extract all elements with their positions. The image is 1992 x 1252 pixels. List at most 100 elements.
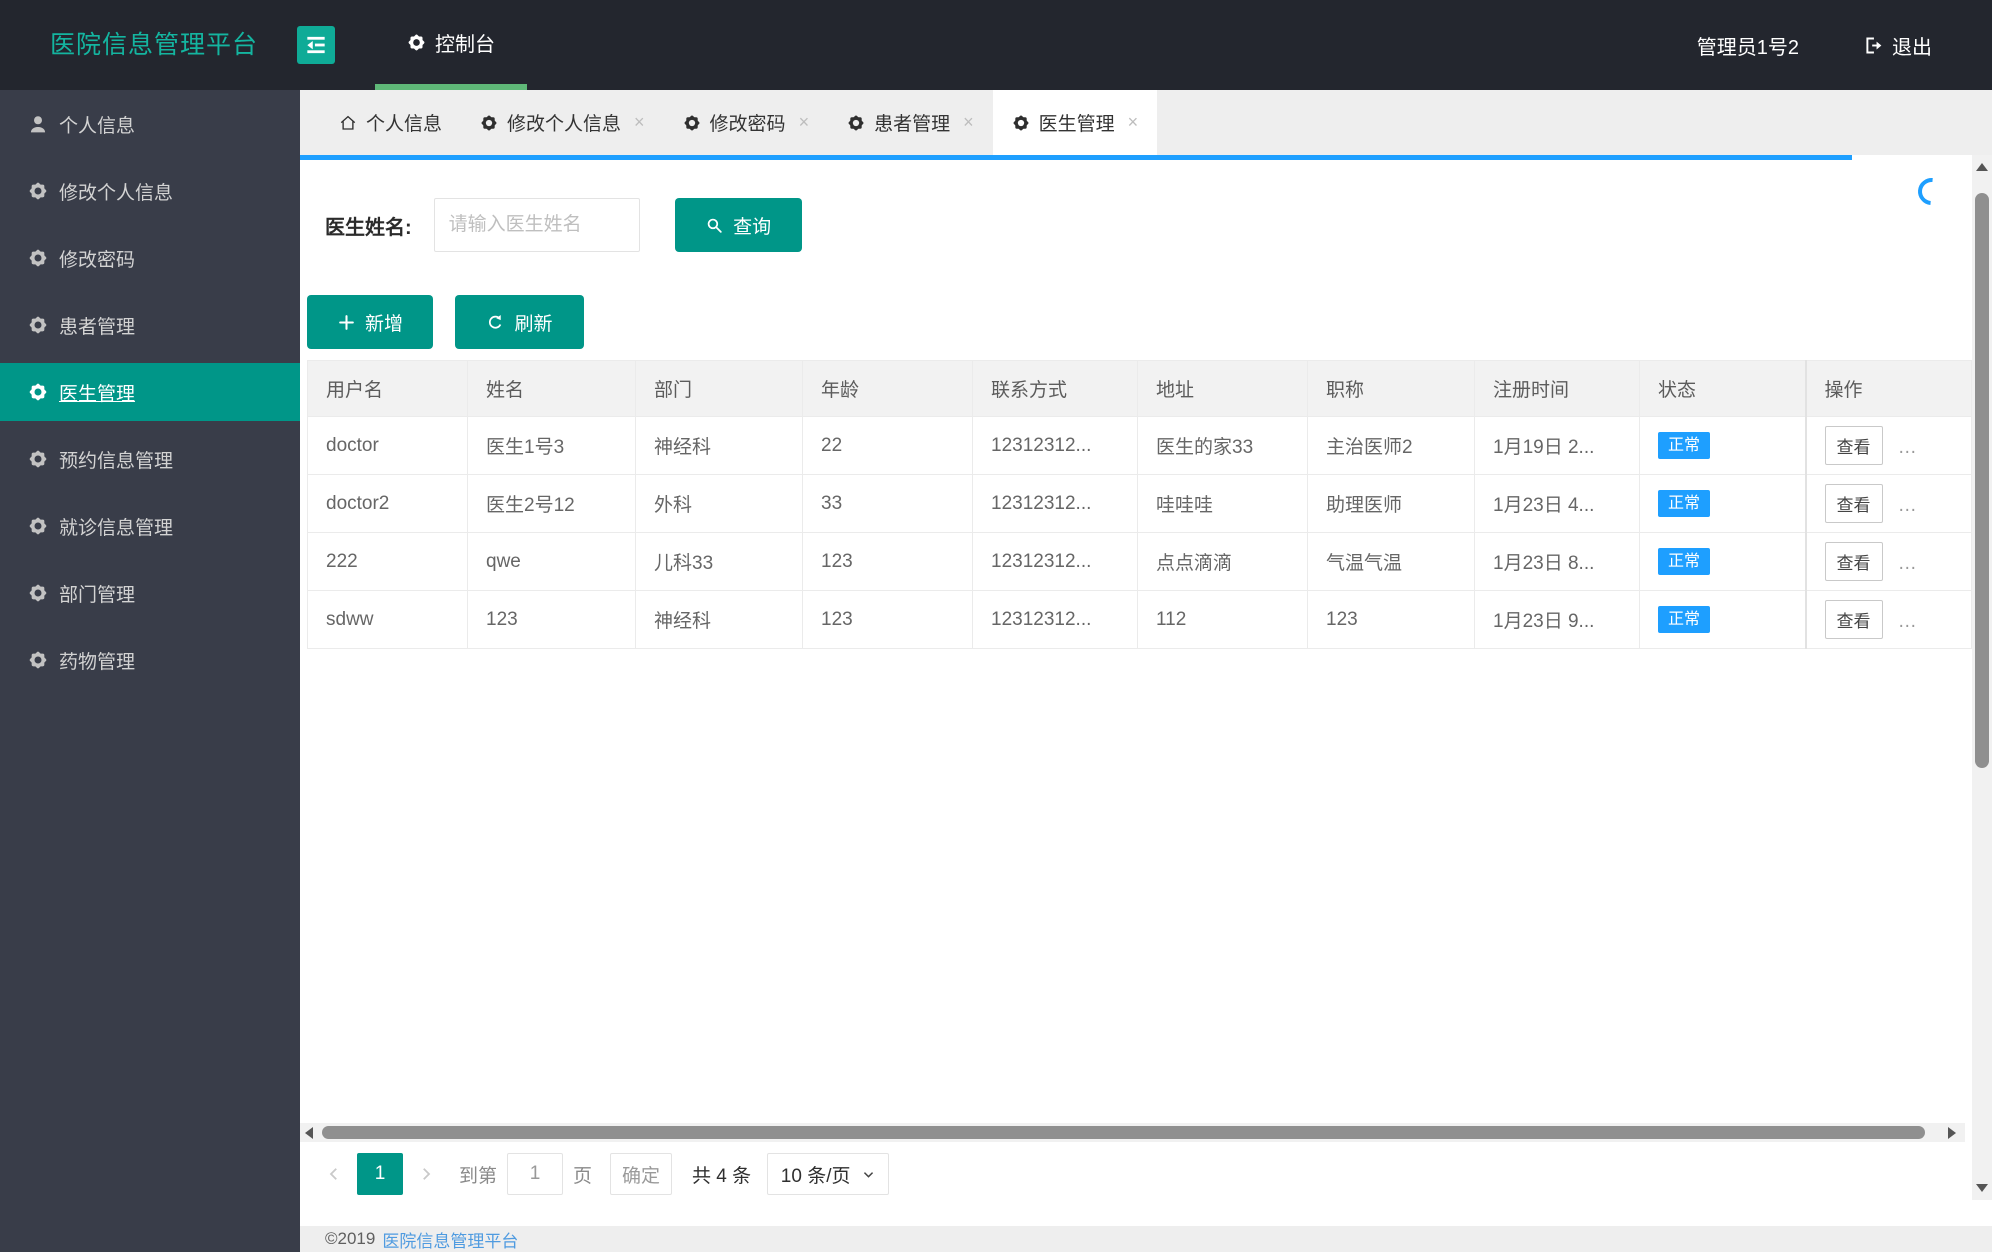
logout-icon (1863, 35, 1884, 56)
sidebar-item-patient-management[interactable]: 患者管理 (0, 296, 300, 354)
sidebar-item-label: 修改个人信息 (59, 182, 174, 204)
table-row: doctor 医生1号3 神经科 22 12312312... 医生的家33 主… (307, 416, 1972, 475)
gear-icon (480, 114, 498, 132)
cell-registered: 1月23日 9... (1474, 590, 1640, 649)
sidebar-item-visit-info-management[interactable]: 就诊信息管理 (0, 497, 300, 555)
tab-edit-personal-info[interactable]: 修改个人信息 × (461, 90, 664, 155)
page-size-select[interactable]: 10 条/页 (767, 1153, 890, 1195)
gear-icon (847, 114, 865, 132)
current-user[interactable]: 管理员1号2 (1697, 31, 1799, 60)
table-header-row: 用户名 姓名 部门 年龄 联系方式 地址 职称 注册时间 状态 操作 (307, 360, 1972, 417)
tab-change-password[interactable]: 修改密码 × (664, 90, 829, 155)
close-icon[interactable]: × (634, 112, 645, 133)
add-button-label: 新增 (364, 313, 403, 335)
more-actions-icon[interactable]: … (1898, 553, 1917, 574)
sidebar-item-label: 个人信息 (59, 115, 136, 137)
cell-department: 神经科 (635, 416, 803, 475)
cell-username: doctor (307, 416, 468, 475)
logout-button[interactable]: 退出 (1863, 31, 1932, 60)
horizontal-scrollbar-thumb[interactable] (322, 1126, 1925, 1139)
scroll-up-arrow-icon[interactable] (1976, 163, 1988, 171)
cell-age: 123 (802, 532, 973, 591)
cell-address: 医生的家33 (1137, 416, 1308, 475)
close-icon[interactable]: × (963, 112, 974, 133)
scroll-left-arrow-icon[interactable] (305, 1127, 313, 1139)
home-icon (339, 114, 357, 132)
caret-down-icon (861, 1167, 876, 1182)
tab-patient-management[interactable]: 患者管理 × (828, 90, 993, 155)
doctor-name-input[interactable] (433, 198, 640, 252)
cell-contact: 12312312... (972, 590, 1138, 649)
cell-department: 外科 (635, 474, 803, 533)
tab-personal-info[interactable]: 个人信息 (320, 90, 461, 155)
goto-page-prefix: 到第 (459, 1165, 498, 1187)
sidebar-item-change-password[interactable]: 修改密码 (0, 229, 300, 287)
sidebar-item-medicine-management[interactable]: 药物管理 (0, 631, 300, 689)
search-field-label: 医生姓名: (325, 216, 412, 239)
sidebar-item-appointment-info-management[interactable]: 预约信息管理 (0, 430, 300, 488)
sidebar-item-label: 修改密码 (59, 249, 136, 271)
app-logo: 医院信息管理平台 (50, 31, 259, 59)
table-toolbar: 新增 刷新 (307, 295, 584, 349)
sidebar-item-doctor-management[interactable]: 医生管理 (0, 363, 300, 421)
more-actions-icon[interactable]: … (1898, 611, 1917, 632)
view-button[interactable]: 查看 (1824, 542, 1883, 581)
user-icon (28, 114, 48, 134)
view-button[interactable]: 查看 (1824, 600, 1883, 639)
sidebar-item-edit-personal-info[interactable]: 修改个人信息 (0, 162, 300, 220)
nav-console-label: 控制台 (435, 33, 495, 56)
tab-doctor-management[interactable]: 医生管理 × (992, 90, 1158, 155)
current-page-button[interactable]: 1 (357, 1153, 403, 1195)
column-header-address: 地址 (1137, 360, 1308, 417)
cell-address: 哇哇哇 (1137, 474, 1308, 533)
cell-address: 112 (1137, 590, 1308, 649)
sidebar-item-label: 预约信息管理 (59, 450, 174, 472)
gear-icon (683, 114, 701, 132)
sidebar-item-department-management[interactable]: 部门管理 (0, 564, 300, 622)
doctor-table: 用户名 姓名 部门 年龄 联系方式 地址 职称 注册时间 状态 操作 docto… (307, 360, 1972, 649)
collapse-menu-icon (303, 32, 329, 58)
sidebar-item-personal-info[interactable]: 个人信息 (0, 95, 300, 153)
cell-name: qwe (467, 532, 636, 591)
horizontal-scrollbar[interactable] (300, 1123, 1965, 1142)
cell-registered: 1月23日 4... (1474, 474, 1640, 533)
sidebar-item-label: 患者管理 (59, 316, 136, 338)
scroll-right-arrow-icon[interactable] (1948, 1127, 1956, 1139)
footer-brand-link[interactable]: 医院信息管理平台 (382, 1227, 518, 1252)
loading-spinner-icon (1912, 172, 1951, 211)
tab-label: 修改密码 (709, 114, 786, 135)
goto-page-suffix: 页 (573, 1165, 593, 1187)
vertical-scrollbar-thumb[interactable] (1975, 193, 1989, 768)
chevron-right-icon (417, 1165, 435, 1183)
sidebar-item-label: 部门管理 (59, 584, 136, 606)
cell-registered: 1月19日 2... (1474, 416, 1640, 475)
query-button[interactable]: 查询 (674, 198, 802, 252)
more-actions-icon[interactable]: … (1898, 495, 1917, 516)
close-icon[interactable]: × (799, 112, 810, 133)
goto-page-input[interactable] (507, 1153, 564, 1195)
scroll-down-arrow-icon[interactable] (1976, 1184, 1988, 1192)
cell-username: sdww (307, 590, 468, 649)
logout-label: 退出 (1892, 36, 1932, 59)
view-button[interactable]: 查看 (1824, 484, 1883, 523)
vertical-scrollbar[interactable] (1972, 155, 1992, 1200)
next-page-button[interactable] (417, 1165, 435, 1183)
more-actions-icon[interactable]: … (1898, 437, 1917, 458)
gear-icon (28, 382, 48, 402)
goto-confirm-button[interactable]: 确定 (610, 1153, 673, 1195)
close-icon[interactable]: × (1128, 112, 1139, 133)
column-header-registered: 注册时间 (1474, 360, 1640, 417)
cell-name: 123 (467, 590, 636, 649)
nav-console[interactable]: 控制台 (375, 0, 527, 90)
cell-title: 助理医师 (1307, 474, 1475, 533)
view-button[interactable]: 查看 (1824, 426, 1883, 465)
tab-label: 患者管理 (874, 114, 951, 135)
cell-age: 22 (802, 416, 973, 475)
cell-contact: 12312312... (972, 474, 1138, 533)
cell-age: 123 (802, 590, 973, 649)
prev-page-button[interactable] (325, 1165, 343, 1183)
collapse-sidebar-button[interactable] (297, 26, 335, 64)
refresh-button[interactable]: 刷新 (455, 295, 584, 349)
add-button[interactable]: 新增 (307, 295, 433, 349)
refresh-button-label: 刷新 (514, 313, 553, 335)
